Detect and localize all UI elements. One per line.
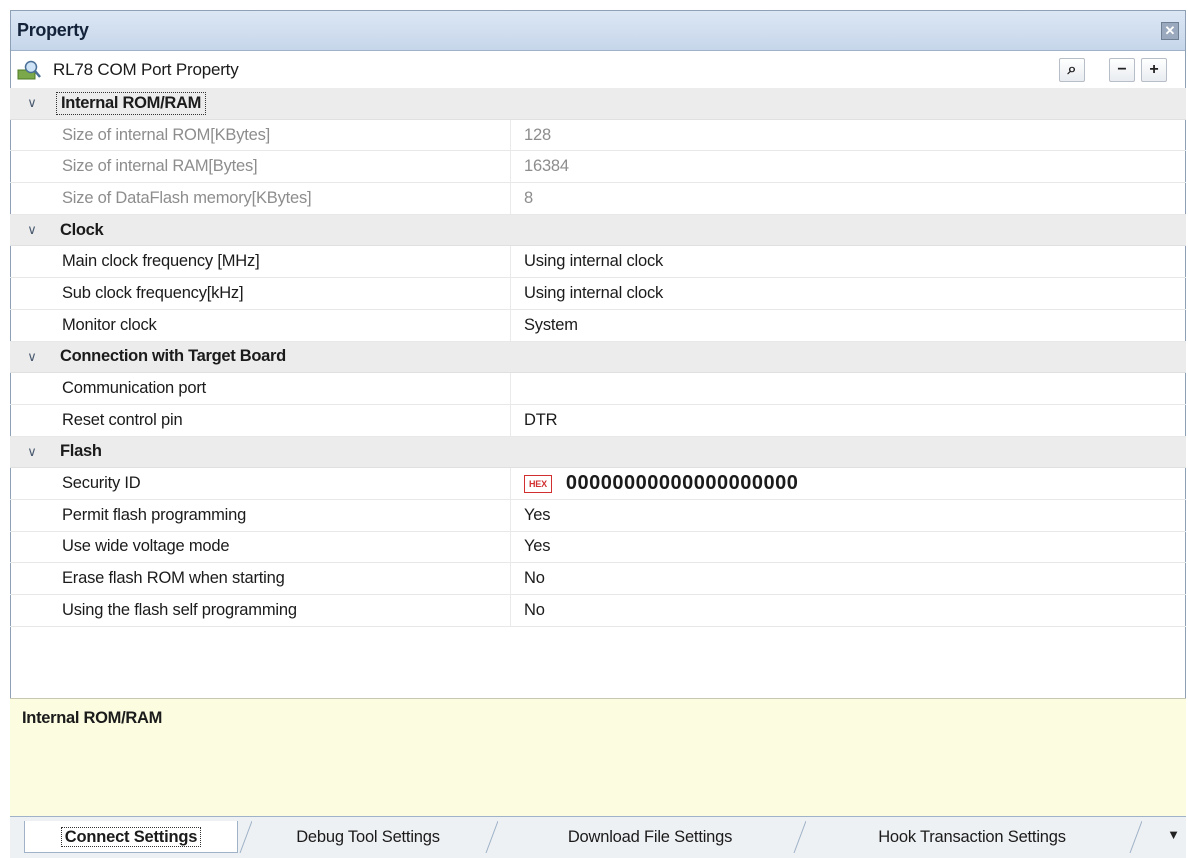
property-row[interactable]: Permit flash programming Yes [10, 499, 1186, 532]
category-label: Connection with Target Board [60, 347, 286, 366]
description-area: Internal ROM/RAM [10, 698, 1186, 816]
property-value[interactable] [510, 373, 1186, 404]
property-name: Monitor clock [62, 315, 157, 334]
category-internal-rom-ram[interactable]: ∨ Internal ROM/RAM [10, 88, 1186, 120]
tab-download-file-settings[interactable]: Download File Settings [510, 821, 790, 853]
category-flash[interactable]: ∨ Flash [10, 436, 1186, 469]
property-name: Using the flash self programming [62, 600, 297, 619]
property-object-name: RL78 COM Port Property [53, 59, 239, 79]
tab-hook-transaction-settings[interactable]: Hook Transaction Settings [816, 821, 1128, 853]
property-icon [17, 59, 41, 81]
tab-bar: Connect Settings Debug Tool Settings Dow… [10, 816, 1186, 858]
property-name: Reset control pin [62, 410, 183, 429]
property-grid: ∨ Internal ROM/RAM Size of internal ROM[… [10, 88, 1186, 627]
property-row[interactable]: Using the flash self programming No [10, 595, 1186, 627]
tab-label: Debug Tool Settings [296, 828, 440, 846]
property-name: Communication port [62, 379, 207, 398]
category-label: Clock [60, 220, 104, 239]
hex-badge-icon: HEX [524, 474, 552, 493]
panel-title: Property [17, 20, 89, 40]
property-value[interactable]: Using internal clock [510, 246, 1186, 278]
category-clock[interactable]: ∨ Clock [10, 214, 1186, 247]
property-toolbar: RL78 COM Port Property ⌕ − + [11, 51, 1185, 89]
tab-connect-settings[interactable]: Connect Settings [24, 821, 238, 853]
chevron-down-icon[interactable]: ∨ [10, 222, 54, 238]
property-name: Size of internal RAM[Bytes] [62, 157, 258, 176]
property-row[interactable]: Size of DataFlash memory[KBytes] 8 [10, 183, 1186, 215]
tab-separator [1129, 821, 1142, 853]
property-row[interactable]: Sub clock frequency[kHz] Using internal … [10, 278, 1186, 310]
property-value[interactable]: System [510, 309, 1186, 341]
category-label: Internal ROM/RAM [56, 91, 207, 115]
property-value-security-id[interactable]: HEX 00000000000000000000 [510, 468, 1186, 499]
category-connection[interactable]: ∨ Connection with Target Board [10, 341, 1186, 374]
property-value[interactable]: No [510, 595, 1186, 626]
tab-separator [485, 821, 498, 853]
chevron-down-icon[interactable]: ∨ [10, 95, 54, 111]
property-name: Permit flash programming [62, 505, 247, 524]
overflow-arrow-icon[interactable]: ▼ [1167, 827, 1180, 842]
panel-titlebar: Property ✕ [11, 11, 1185, 51]
property-value[interactable]: DTR [510, 404, 1186, 436]
property-name: Use wide voltage mode [62, 537, 230, 556]
tab-label: Hook Transaction Settings [878, 828, 1066, 846]
property-row[interactable]: Security ID HEX 00000000000000000000 [10, 468, 1186, 500]
tab-debug-tool-settings[interactable]: Debug Tool Settings [254, 821, 482, 853]
property-row[interactable]: Size of internal RAM[Bytes] 16384 [10, 151, 1186, 184]
property-value[interactable]: Yes [510, 531, 1186, 563]
property-name: Security ID [62, 474, 141, 493]
property-name: Main clock frequency [MHz] [62, 252, 260, 271]
property-value[interactable]: No [510, 563, 1186, 594]
description-title: Internal ROM/RAM [22, 709, 163, 727]
category-label: Flash [60, 442, 102, 461]
property-name: Sub clock frequency[kHz] [62, 283, 244, 302]
tab-separator [239, 821, 252, 853]
property-row[interactable]: Main clock frequency [MHz] Using interna… [10, 246, 1186, 279]
chevron-down-icon[interactable]: ∨ [10, 444, 54, 460]
tab-label: Download File Settings [567, 828, 733, 846]
property-row[interactable]: Size of internal ROM[KBytes] 128 [10, 119, 1186, 152]
property-row[interactable]: Erase flash ROM when starting No [10, 563, 1186, 595]
close-icon[interactable]: ✕ [1161, 21, 1179, 40]
property-name: Erase flash ROM when starting [62, 569, 285, 588]
chevron-down-icon[interactable]: ∨ [10, 349, 54, 365]
property-value: 16384 [510, 151, 1186, 183]
tab-separator [793, 821, 806, 853]
property-name: Size of DataFlash memory[KBytes] [62, 188, 312, 207]
search-icon[interactable]: ⌕ [1059, 58, 1085, 82]
property-name: Size of internal ROM[KBytes] [62, 125, 271, 144]
property-value[interactable]: Yes [510, 499, 1186, 531]
property-row[interactable]: Reset control pin DTR [10, 404, 1186, 437]
tab-label: Connect Settings [60, 827, 202, 847]
property-value[interactable]: Using internal clock [510, 278, 1186, 309]
property-row[interactable]: Monitor clock System [10, 309, 1186, 342]
property-value: 128 [510, 119, 1186, 151]
expand-all-button[interactable]: + [1141, 58, 1167, 82]
property-value: 8 [510, 183, 1186, 214]
property-row[interactable]: Use wide voltage mode Yes [10, 531, 1186, 564]
security-id-value[interactable]: 00000000000000000000 [566, 472, 798, 495]
collapse-all-button[interactable]: − [1109, 58, 1135, 82]
property-row[interactable]: Communication port [10, 373, 1186, 405]
